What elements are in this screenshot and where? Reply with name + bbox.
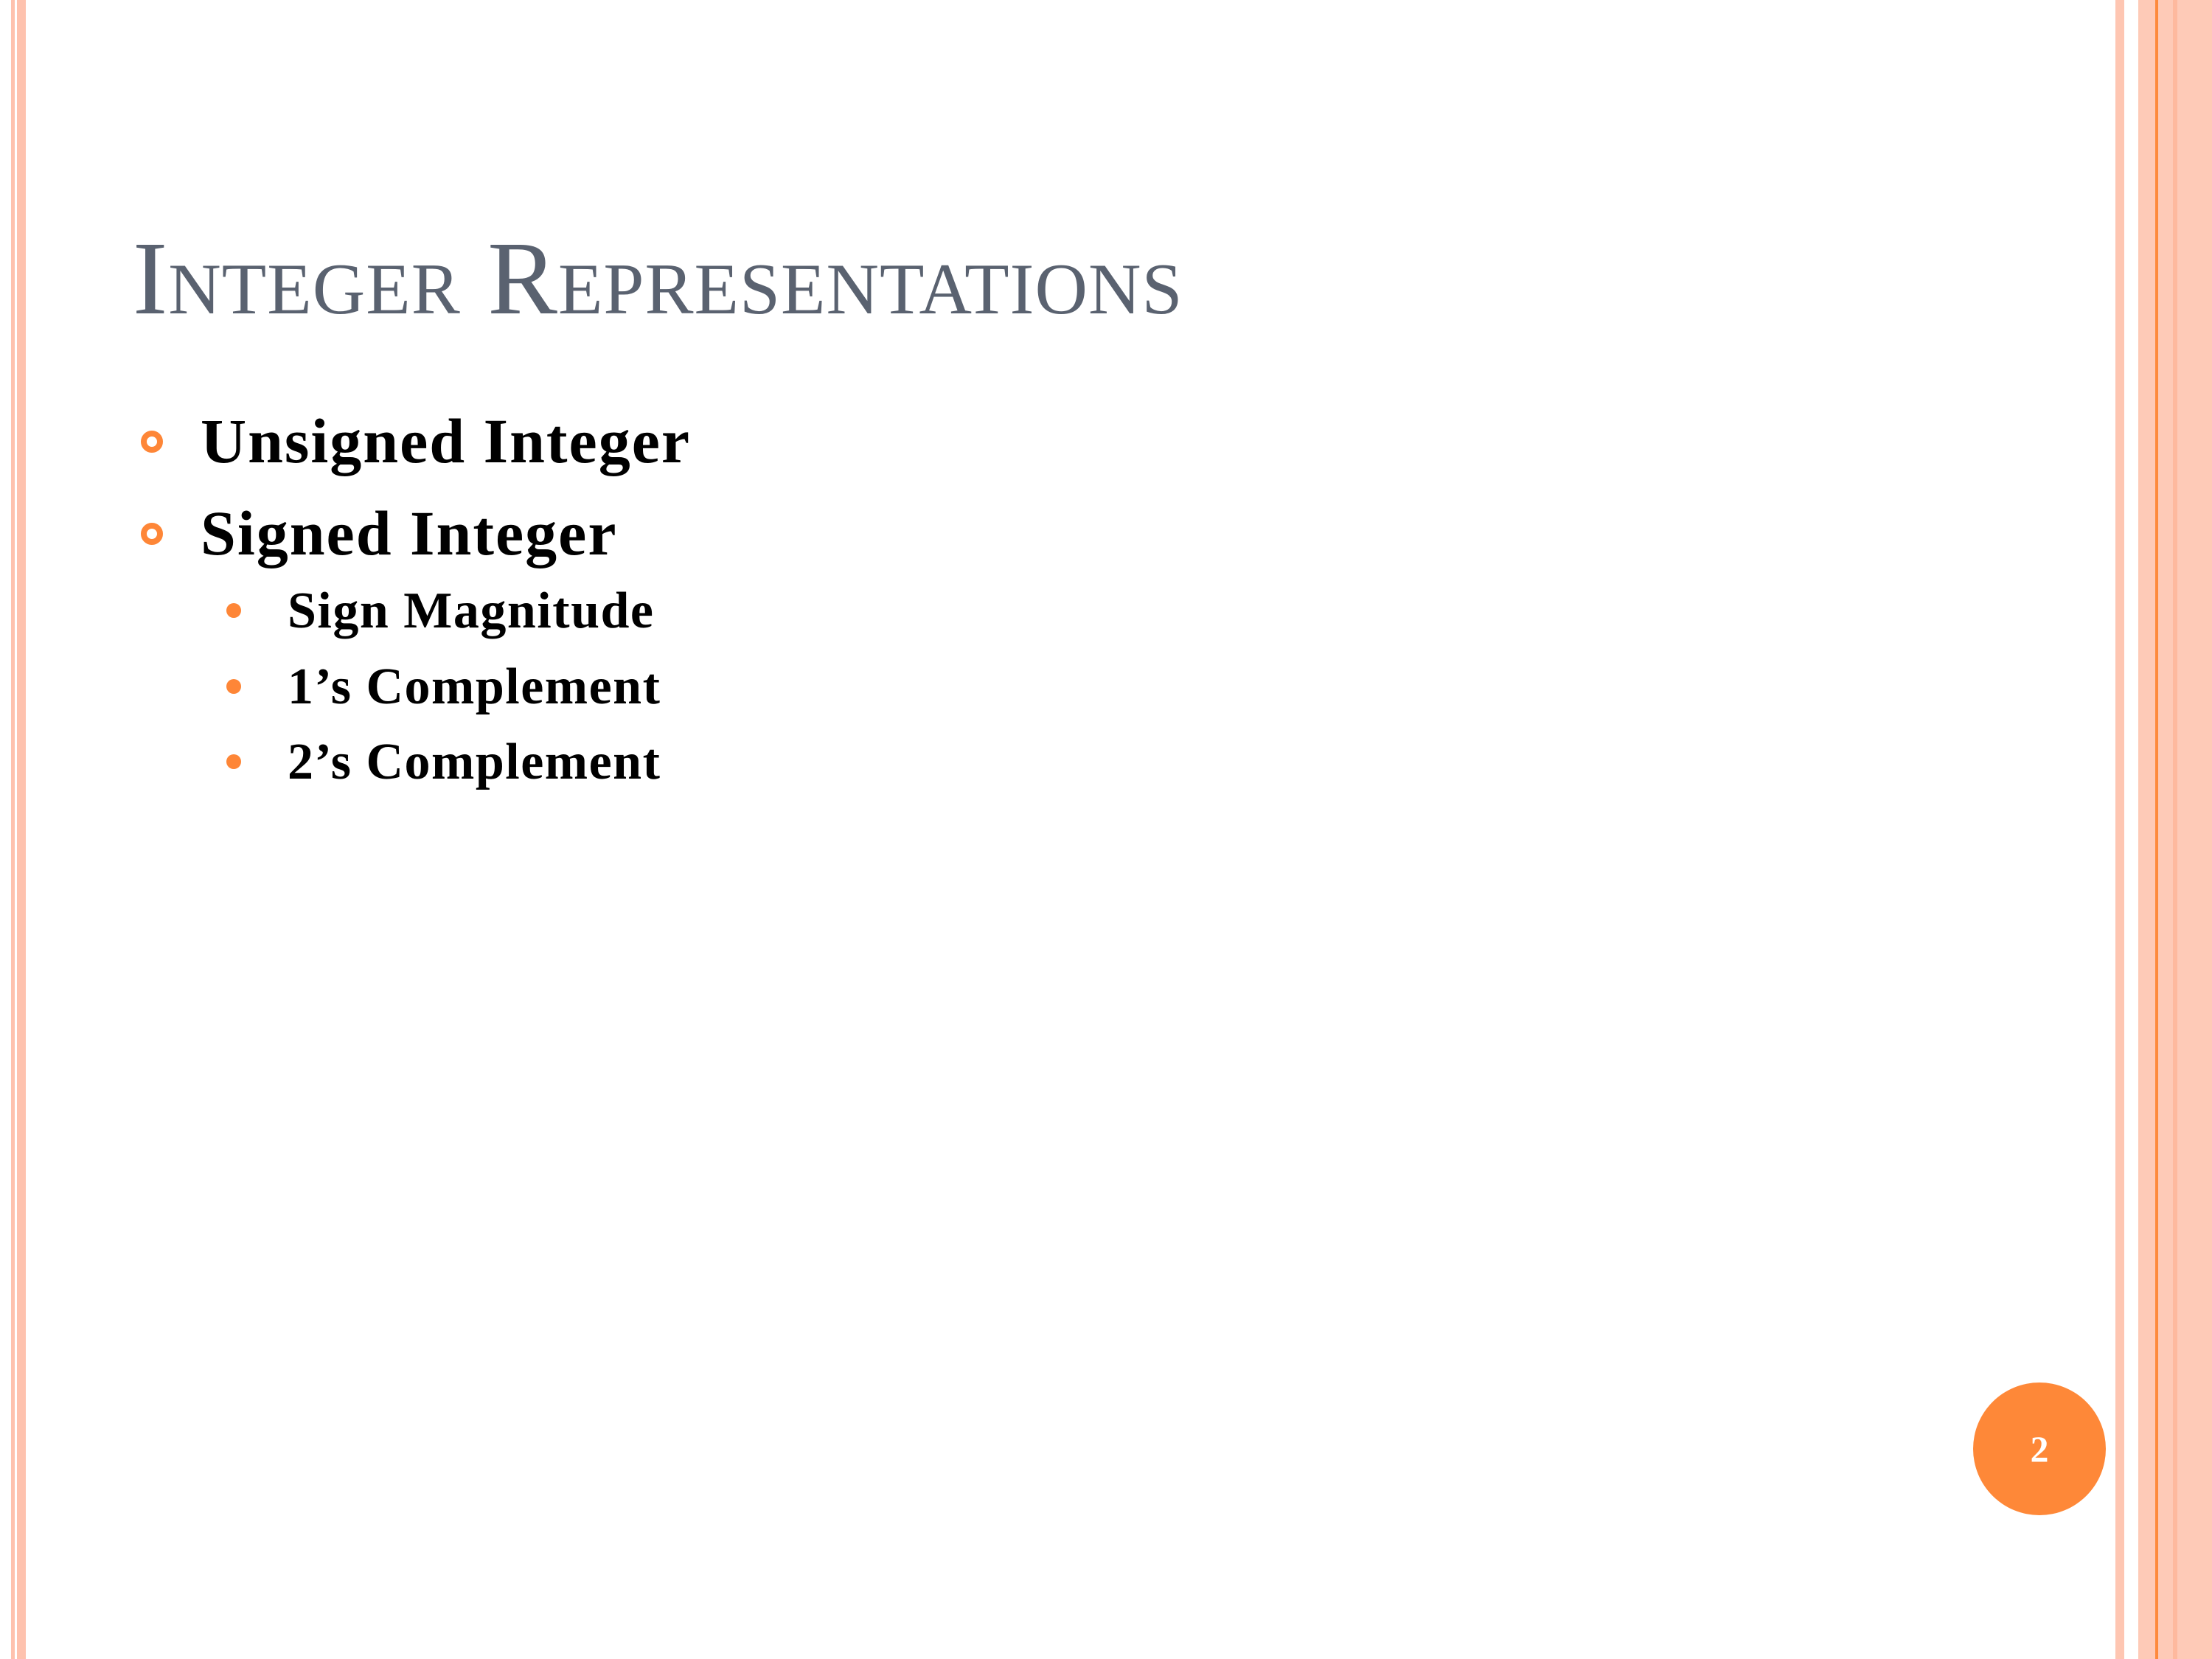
left-border-stripe-thin [11, 0, 15, 1659]
ring-bullet-icon [141, 431, 163, 453]
dot-bullet-icon [226, 603, 241, 618]
ring-bullet-icon [141, 523, 163, 545]
left-border-stripe-wide [17, 0, 26, 1659]
dot-bullet-icon [226, 754, 241, 769]
right-border-stripe-thin [2115, 0, 2124, 1659]
sub-bullet-sign-magnitude: Sign Magnitude [288, 582, 655, 639]
right-border-shade-line [2173, 0, 2177, 1659]
bullet-signed-integer: Signed Integer [201, 498, 618, 568]
right-border-accent-line [2155, 0, 2158, 1659]
bullet-unsigned-integer: Unsigned Integer [201, 406, 692, 476]
sub-bullet-twos-complement: 2’s Complement [288, 734, 661, 790]
dot-bullet-icon [226, 679, 241, 694]
slide-title: Integer Representations [133, 220, 1183, 336]
page-number-badge: 2 [1973, 1382, 2106, 1515]
page-number: 2 [2030, 1428, 2049, 1470]
sub-bullet-ones-complement: 1’s Complement [288, 658, 661, 715]
